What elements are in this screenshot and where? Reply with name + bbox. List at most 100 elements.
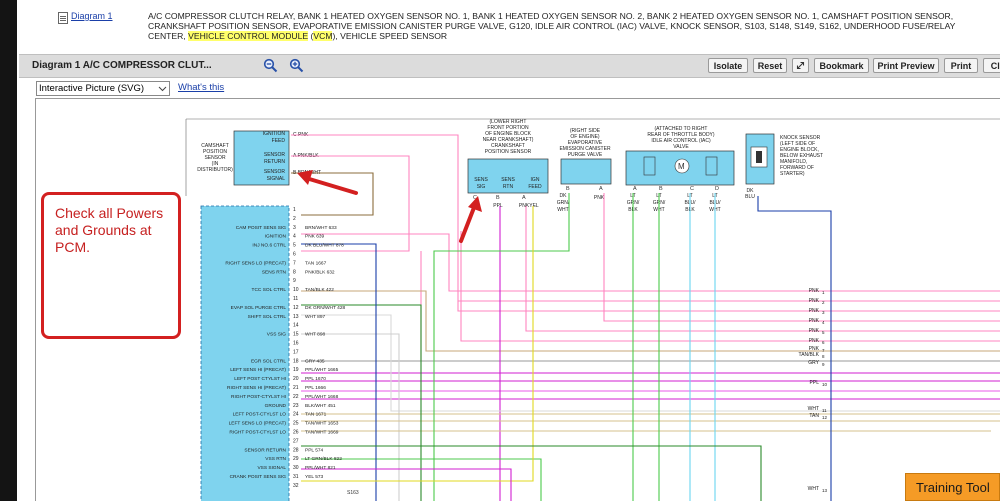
document-icon [58,12,68,24]
wire-label: PNK [809,328,820,334]
svg-text:A: A [522,195,526,201]
wire-label: BLK/WHT 451 [305,403,336,409]
wire-label: GRN/ [557,200,570,206]
pin-label: IGN [531,177,540,183]
pin-number: 4 [293,234,296,240]
pcm-pin-label: INJ NO.6 CTRL [252,243,286,249]
pcm-pin-label: SHIFT SOL CTRL [248,314,287,320]
pin-number: 15 [293,332,299,338]
ref-number: 8 [822,354,825,359]
pin-number: 31 [293,474,299,480]
iac-valve[interactable]: (ATTACHED TO RIGHTREAR OF THROTTLE BODY)… [625,126,735,213]
pcm-pin-label: VSS SIG [267,332,286,338]
pin-label: RTN [503,184,514,190]
wire-label: PPL [493,203,503,209]
vcm-connector[interactable]: 123CAM POSIT SENS SIG BRN/WHT 6334IGNITIO… [200,205,359,501]
knock-sensor[interactable]: KNOCK SENSOR(LEFT SIDE OFENGINE BLOCK,BE… [745,133,823,200]
highlight-vcm: VEHICLE CONTROL MODULE [188,31,309,42]
print-button[interactable]: Print [944,58,978,73]
reset-button[interactable]: Reset [753,58,787,73]
wire-label: GRY 435 [305,358,325,364]
wire-label: GRY [808,360,819,366]
pin-number: 17 [293,349,299,355]
pin-number: 21 [293,385,299,391]
wire-label: PNK 639 [305,234,325,240]
crankshaft-position-sensor[interactable]: (LOWER RIGHTFRONT PORTIONOF ENGINE BLOCK… [467,119,549,209]
panel-title: Diagram 1 A/C COMPRESSOR CLUT... [32,60,212,71]
diagram-info-row: Diagram 1 A/C COMPRESSOR CLUTCH RELAY, B… [58,11,1000,47]
wire-label: DK [560,193,568,199]
ref-number: 13 [822,488,828,493]
print-preview-button[interactable]: Print Preview [873,58,939,73]
wire-label: PPL/WHT 1668 [305,394,339,400]
pin-number: 3 [293,225,296,231]
pin-number: 9 [293,278,296,284]
wire-label: PPL/WHT 821 [305,465,336,471]
pcm-pin-label: RIGHT SENS HI (PRECAT) [227,385,286,391]
wire-label: PNK [809,288,820,294]
wire-label: WHT [808,406,819,412]
pin-label: SENSOR [264,169,286,175]
wire-label: TAN/WHT 1669 [305,430,339,436]
pin-number: 16 [293,341,299,347]
expand-icon[interactable] [792,58,809,73]
pcm-pin-label: TCC SOL CTRL [252,287,287,293]
pin-number: 10 [293,287,299,293]
view-mode-select[interactable]: Interactive Picture (SVG) [36,81,170,96]
wire-label: YEL 573 [305,474,324,480]
wire-label: PNK [809,338,820,344]
pin-label: SENS [501,177,515,183]
ref-number: 10 [822,382,828,387]
annotation-arrow [459,196,482,243]
isolate-button[interactable]: Isolate [708,58,748,73]
pcm-pin-label: GROUND [265,403,287,409]
svg-text:B: B [566,186,570,192]
close-button[interactable]: Clo [983,58,1000,73]
wire-label: WHT 898 [305,332,326,338]
pcm-pin-label: RIGHT POST-CTYLST LO [229,430,286,436]
diagram-note: VALVE [673,144,689,150]
pin-number: 23 [293,403,299,409]
diagram-link[interactable]: Diagram 1 [71,11,113,21]
pin-label: IGNITION [263,131,286,137]
pcm-pin-label: CAM POSIT SENS SIG [236,225,287,231]
wire-label: PNK/BLK 632 [305,269,335,275]
pcm-pin-label: LEFT SENS HI (PRECAT) [230,367,286,373]
evap-purge-valve[interactable]: (RIGHT SIDEOF ENGINE)EVAPORATIVEEMISSION… [557,128,612,213]
wire-label: WHT [557,207,568,213]
diagram-panel-header: Diagram 1 A/C COMPRESSOR CLUT... Isolate… [19,54,1000,78]
pcm-pin-label: VSS SIGNAL [257,465,286,471]
wire-label: TAN/BLK [799,352,820,358]
pcm-pin-label: EGR SOL CTRL [251,358,286,364]
training-tool-button[interactable]: Training Tool [905,473,1000,501]
svg-text:A: A [633,186,637,192]
component-list-tail: ), VEHICLE SPEED SENSOR [332,31,448,42]
whats-this-link[interactable]: What's this [178,82,224,93]
pin-number: 11 [293,296,298,302]
pcm-pin-label: SENSOR RETURN [244,447,286,453]
chevron-down-icon [158,86,167,92]
pcm-pin-label: EVAP SOL PURGE CTRL [231,305,287,311]
wire-label: PNK [519,203,530,209]
left-edge-bar [0,0,17,501]
component-list: A/C COMPRESSOR CLUTCH RELAY, BANK 1 HEAT… [148,11,958,42]
wire-label: PNK [809,308,820,314]
bookmark-button[interactable]: Bookmark [814,58,869,73]
diagram-note: DISTRIBUTOR) [197,167,233,173]
zoom-in-icon[interactable] [289,58,304,73]
pin-label: RETURN [264,159,285,165]
pin-number: 5 [293,243,296,249]
callout-text: Check all Powers and Grounds at PCM. [55,205,164,255]
pin-label: SIGNAL [267,176,286,182]
zoom-out-icon[interactable] [263,58,278,73]
wire-label: DK GRN/WHT 428 [305,305,345,311]
wire-label: PNK [809,318,820,324]
highlight-vcm-abbr: VCM [313,31,333,42]
wire-label: DK BLU/WHT 878 [305,243,344,249]
pin-label: SENSOR [264,152,286,158]
pin-number: 28 [293,447,299,453]
pin-number: 32 [293,483,299,489]
pcm-pin-label: LEFT POST-CTYLST LO [233,412,287,418]
pin-number: 30 [293,465,299,471]
ref-number: 9 [822,362,825,367]
